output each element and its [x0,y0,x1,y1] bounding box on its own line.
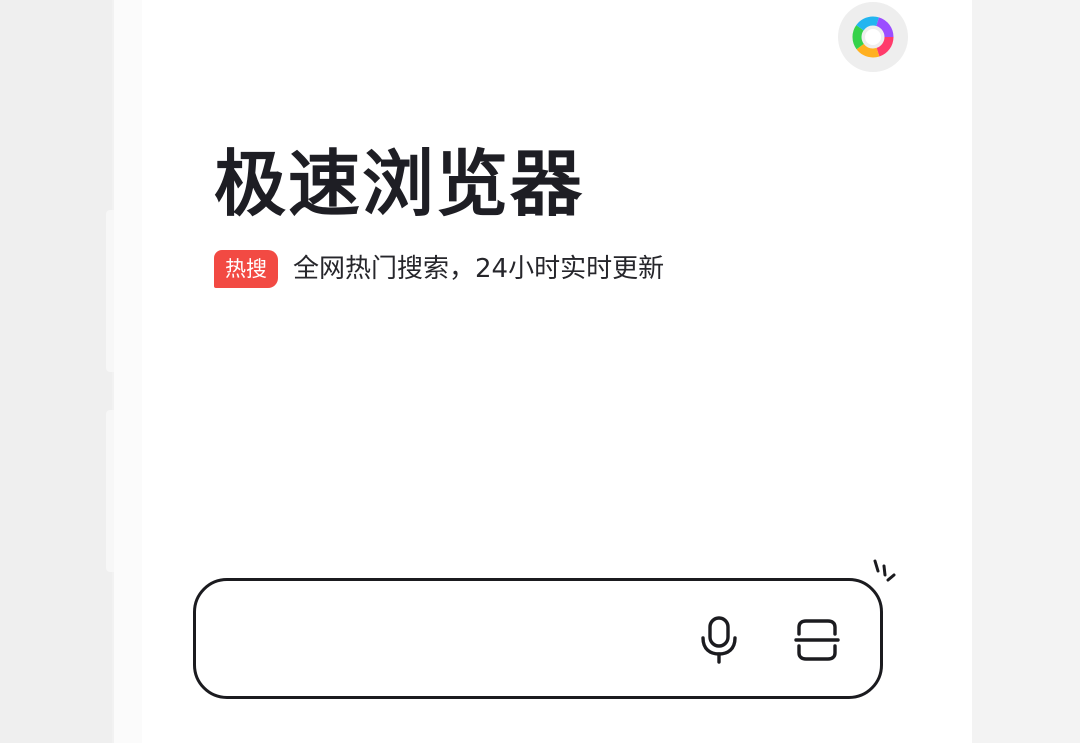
hot-search-badge: 热搜 [214,250,278,288]
hot-search-row[interactable]: 热搜 全网热门搜索，24小时实时更新 [214,249,664,289]
left-background-panel [0,0,112,743]
search-input[interactable] [226,609,690,671]
avatar-button[interactable] [838,2,908,72]
sparkle-icon [873,559,896,582]
microphone-icon [701,616,737,664]
scan-icon [794,619,840,661]
search-box[interactable] [193,578,883,699]
right-background-panel [972,0,1080,743]
card-edge [114,0,142,743]
browser-home-screen: 极速浏览器 热搜 全网热门搜索，24小时实时更新 [0,0,1080,743]
scan-button[interactable] [790,613,844,667]
voice-search-button[interactable] [692,613,746,667]
colorful-ring-logo-icon [852,16,894,58]
hot-search-subtitle: 全网热门搜索，24小时实时更新 [293,254,665,284]
app-title: 极速浏览器 [214,142,585,226]
